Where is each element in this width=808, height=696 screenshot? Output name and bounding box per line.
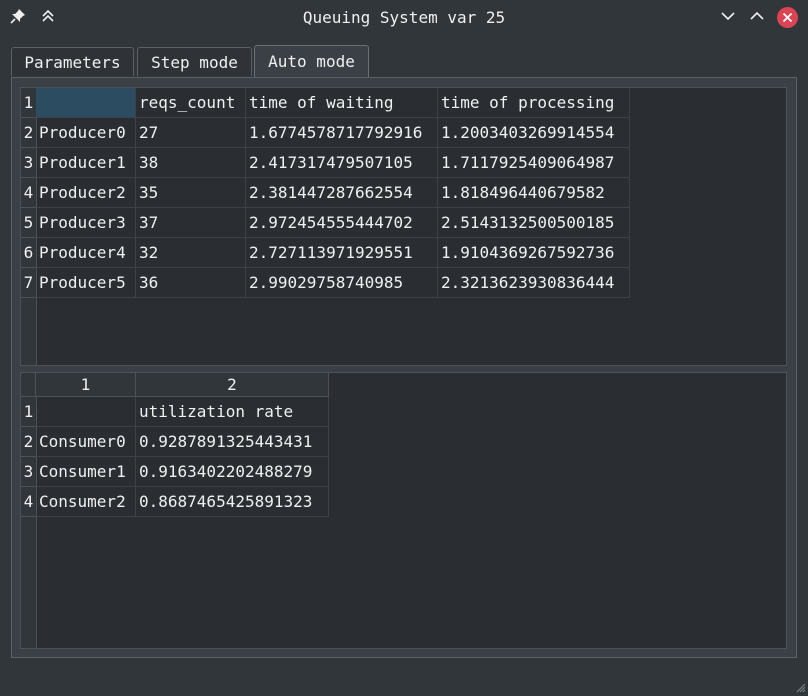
maximize-svg: [750, 11, 764, 20]
row-number[interactable]: 5: [21, 208, 36, 238]
table-cell[interactable]: Consumer1: [36, 457, 136, 487]
table-cell[interactable]: 1.9104369267592736: [438, 238, 630, 268]
table-cell[interactable]: 0.9163402202488279: [136, 457, 329, 487]
table-cell[interactable]: 2.972454555444702: [246, 208, 438, 238]
row-number[interactable]: 1: [21, 88, 36, 118]
table-cell[interactable]: [36, 88, 136, 118]
table-cell[interactable]: 36: [136, 268, 246, 298]
resize-grip-icon[interactable]: [796, 683, 806, 693]
table-cell[interactable]: 2.99029758740985: [246, 268, 438, 298]
table-cell[interactable]: Consumer0: [36, 427, 136, 457]
column-header[interactable]: 2: [136, 373, 329, 397]
producers-table[interactable]: 1 reqs_count time of waiting time of pro…: [20, 87, 787, 366]
table-cell[interactable]: 1.7117925409064987: [438, 148, 630, 178]
chevron-down-icon[interactable]: [718, 8, 738, 28]
table-cell[interactable]: time of waiting: [246, 88, 438, 118]
row-number[interactable]: 2: [21, 118, 36, 148]
row-number[interactable]: 4: [21, 487, 36, 517]
table-cell[interactable]: 2.5143132500500185: [438, 208, 630, 238]
column-header[interactable]: 1: [36, 373, 136, 397]
tab-parameters[interactable]: Parameters: [11, 47, 134, 76]
minimize-svg: [721, 12, 735, 21]
consumers-table[interactable]: 1 2 1 utilization rate 2 Consumer0 0.928…: [20, 372, 787, 649]
table-cell[interactable]: reqs_count: [136, 88, 246, 118]
table-cell[interactable]: 2.417317479507105: [246, 148, 438, 178]
row-number[interactable]: 3: [21, 148, 36, 178]
resize-grip-svg: [796, 683, 806, 693]
table-cell[interactable]: 35: [136, 178, 246, 208]
row-number[interactable]: 2: [21, 427, 36, 457]
table-cell[interactable]: 2.381447287662554: [246, 178, 438, 208]
window-title: Queuing System var 25: [302, 8, 506, 27]
table-cell[interactable]: Consumer2: [36, 487, 136, 517]
table-cell[interactable]: 27: [136, 118, 246, 148]
table-cell[interactable]: 37: [136, 208, 246, 238]
table-cell[interactable]: 2.727113971929551: [246, 238, 438, 268]
table-cell[interactable]: Producer5: [36, 268, 136, 298]
row-number[interactable]: 7: [21, 268, 36, 298]
table-cell[interactable]: Producer4: [36, 238, 136, 268]
table-cell[interactable]: 0.8687465425891323: [136, 487, 329, 517]
row-number[interactable]: 1: [21, 397, 36, 427]
table-cell[interactable]: 2.3213623930836444: [438, 268, 630, 298]
table-cell[interactable]: 32: [136, 238, 246, 268]
corner-button[interactable]: [21, 373, 36, 397]
tab-step-mode[interactable]: Step mode: [137, 47, 252, 76]
tab-auto-mode[interactable]: Auto mode: [254, 45, 369, 78]
table-cell[interactable]: utilization rate: [136, 397, 329, 427]
close-svg: [782, 12, 793, 23]
table-cell[interactable]: Producer3: [36, 208, 136, 238]
table-cell[interactable]: [36, 397, 136, 427]
table-cell[interactable]: Producer2: [36, 178, 136, 208]
close-icon[interactable]: [777, 7, 798, 28]
auto-mode-panel: 1 reqs_count time of waiting time of pro…: [11, 77, 797, 658]
table-cell[interactable]: 0.9287891325443431: [136, 427, 329, 457]
table-cell[interactable]: 1.6774578717792916: [246, 118, 438, 148]
row-number[interactable]: 6: [21, 238, 36, 268]
row-number[interactable]: 3: [21, 457, 36, 487]
table-cell[interactable]: Producer1: [36, 148, 136, 178]
table-cell[interactable]: 1.2003403269914554: [438, 118, 630, 148]
title-bar: Queuing System var 25: [0, 0, 808, 36]
table-cell[interactable]: 38: [136, 148, 246, 178]
chevron-up-icon[interactable]: [747, 8, 767, 28]
table-cell[interactable]: 1.818496440679582: [438, 178, 630, 208]
table-cell[interactable]: time of processing: [438, 88, 630, 118]
table-cell[interactable]: Producer0: [36, 118, 136, 148]
row-number[interactable]: 4: [21, 178, 36, 208]
